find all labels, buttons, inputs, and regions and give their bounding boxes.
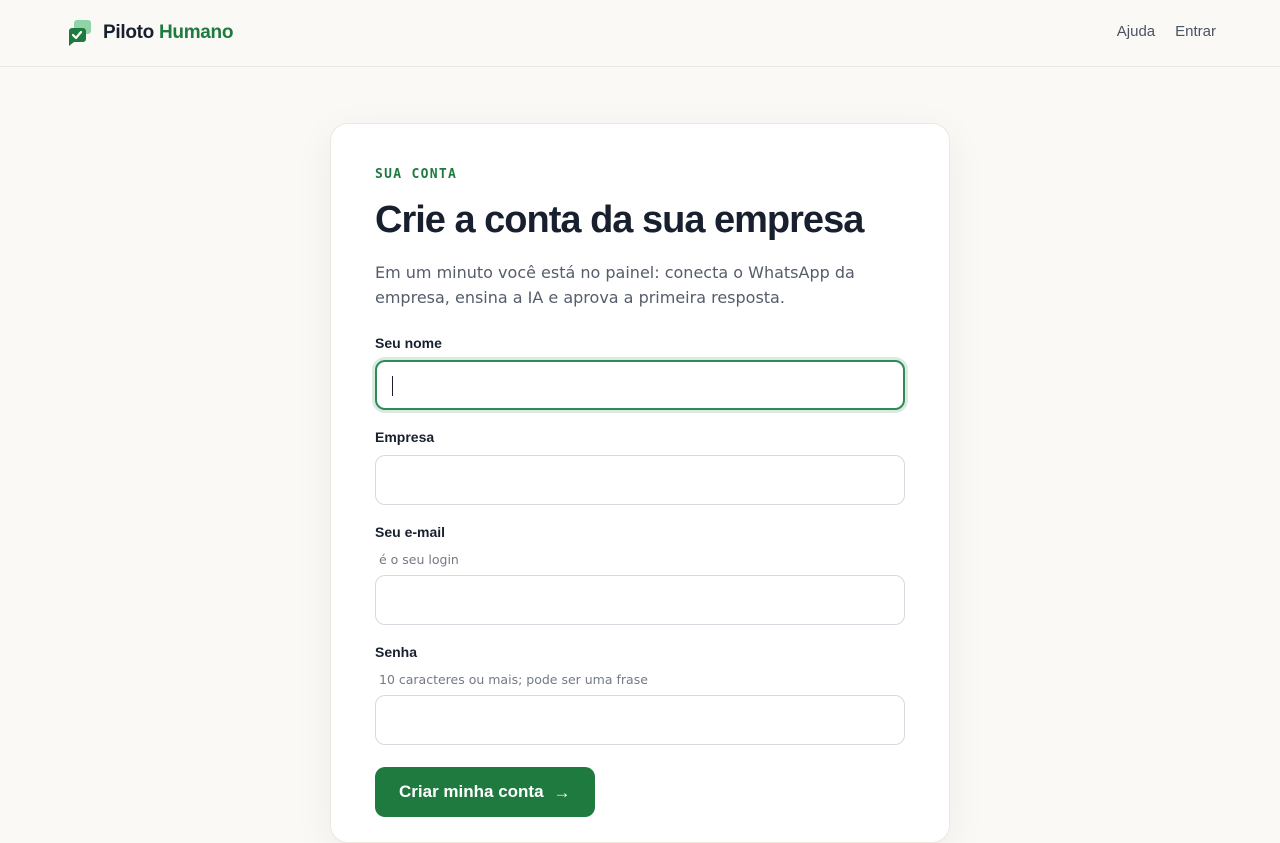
- nav-link-entrar[interactable]: Entrar: [1175, 23, 1216, 40]
- company-label: Empresa: [375, 429, 435, 445]
- page-title: Crie a conta da sua empresa: [375, 199, 864, 241]
- password-label: Senha: [375, 644, 418, 660]
- name-field[interactable]: [375, 360, 905, 410]
- text-cursor: [392, 376, 393, 396]
- brand-name-part2: Humano: [158, 22, 234, 43]
- password-field[interactable]: [375, 695, 905, 745]
- chat-check-logo-icon: [66, 19, 94, 47]
- brand-name-part1: Piloto: [103, 22, 154, 43]
- arrow-right-icon: →: [553, 782, 571, 802]
- signup-card: SUA CONTA Crie a conta da sua empresa Em…: [330, 123, 950, 843]
- brand-logo[interactable]: Piloto Humano: [66, 19, 233, 47]
- nav-link-ajuda[interactable]: Ajuda: [1117, 23, 1155, 40]
- brand-name: Piloto Humano: [103, 22, 233, 44]
- name-label: Seu nome: [375, 335, 442, 351]
- top-header: Piloto Humano Ajuda Entrar: [0, 0, 1280, 67]
- top-nav: Ajuda Entrar: [1117, 23, 1216, 40]
- section-eyebrow: SUA CONTA: [375, 167, 458, 182]
- create-account-label: Criar minha conta: [399, 782, 544, 801]
- password-hint: 10 caracteres ou mais; pode ser uma fras…: [379, 672, 648, 687]
- email-label: Seu e-mail: [375, 524, 446, 540]
- company-field[interactable]: [375, 455, 905, 505]
- email-field[interactable]: [375, 575, 905, 625]
- create-account-button[interactable]: Criar minha conta →: [375, 767, 595, 817]
- email-hint: é o seu login: [379, 552, 459, 567]
- page-subtitle: Em um minuto você está no painel: conect…: [375, 263, 855, 307]
